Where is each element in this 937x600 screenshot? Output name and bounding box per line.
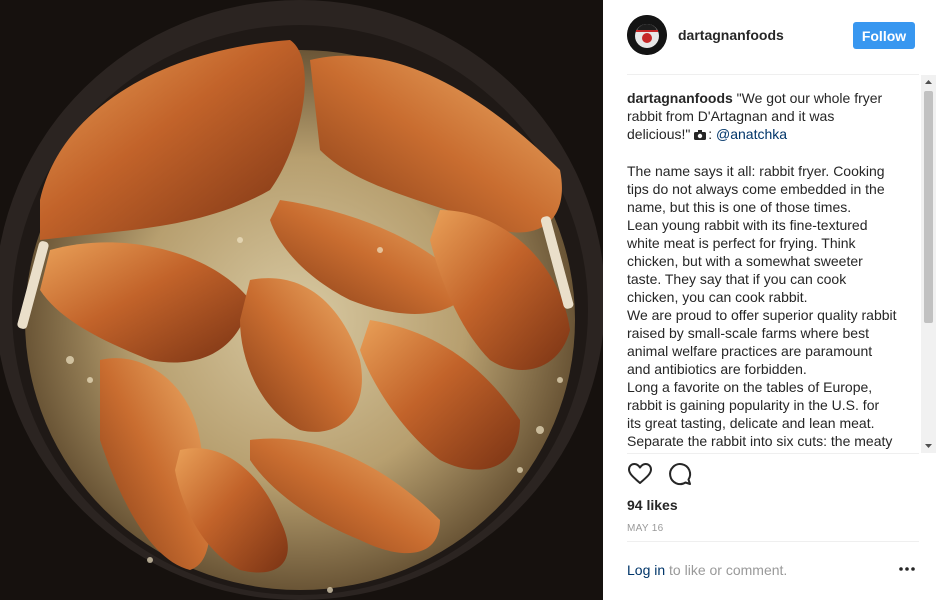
post-side-panel: dartagnanfoods Follow dartagnanfoods "We… [603, 0, 937, 600]
caption-scroll-area[interactable]: dartagnanfoods "We got our whole fryer r… [627, 89, 897, 453]
caption-username[interactable]: dartagnanfoods [627, 90, 733, 106]
login-text: to like or comment. [665, 562, 788, 578]
login-link[interactable]: Log in [627, 562, 665, 578]
scroll-up-icon[interactable] [921, 75, 936, 89]
caption-body: The name says it all: rabbit fryer. Cook… [627, 163, 897, 453]
more-options-icon[interactable] [897, 560, 917, 578]
scroll-down-icon[interactable] [921, 439, 936, 453]
comment-icon[interactable] [667, 461, 693, 487]
likes-count[interactable]: 94 likes [627, 497, 678, 513]
heart-icon[interactable] [627, 461, 653, 487]
camera-icon [694, 130, 707, 140]
musketeer-logo-icon [627, 15, 667, 55]
header-username[interactable]: dartagnanfoods [678, 27, 784, 43]
caption-first: dartagnanfoods "We got our whole fryer r… [627, 90, 883, 142]
post-photo[interactable] [0, 0, 603, 600]
fried-rabbit-image [0, 0, 603, 600]
scrollbar-thumb[interactable] [924, 91, 933, 323]
post-header: dartagnanfoods Follow [627, 15, 919, 57]
mention-link[interactable]: @anatchka [716, 126, 787, 142]
footer-divider [627, 541, 919, 542]
header-divider [627, 74, 919, 75]
caption-divider [627, 453, 919, 454]
post-date[interactable]: MAY 16 [627, 523, 663, 534]
avatar[interactable] [627, 15, 667, 55]
follow-button[interactable]: Follow [853, 22, 915, 49]
caption-scrollbar[interactable] [921, 75, 936, 453]
login-prompt: Log in to like or comment. [627, 562, 787, 578]
